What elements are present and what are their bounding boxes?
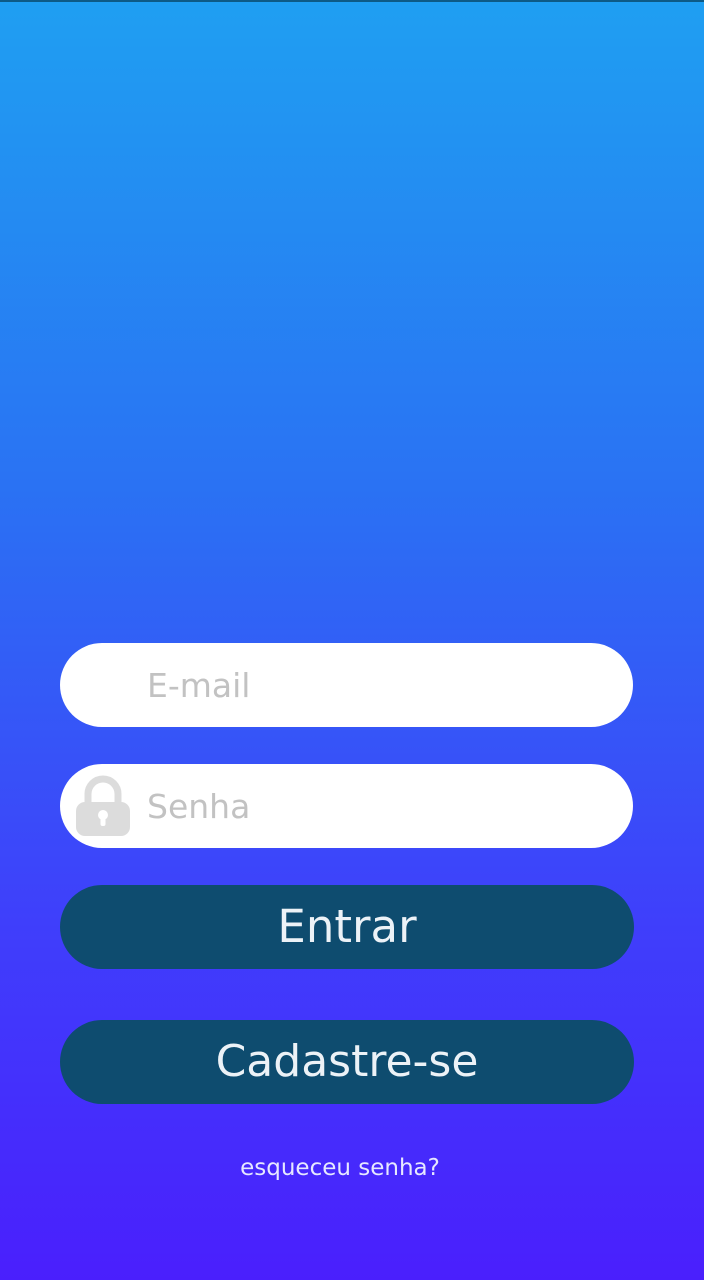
register-button[interactable]: Cadastre-se [60,1020,634,1104]
login-screen: Entrar Cadastre-se esqueceu senha? [0,0,704,1280]
email-field-container[interactable] [60,643,633,727]
password-field-container[interactable] [60,764,633,848]
forgot-password-link[interactable]: esqueceu senha? [0,1155,680,1181]
email-field[interactable] [147,643,607,727]
password-field[interactable] [147,764,607,848]
login-button[interactable]: Entrar [60,885,634,969]
status-bar [0,0,704,2]
lock-icon [76,775,130,836]
